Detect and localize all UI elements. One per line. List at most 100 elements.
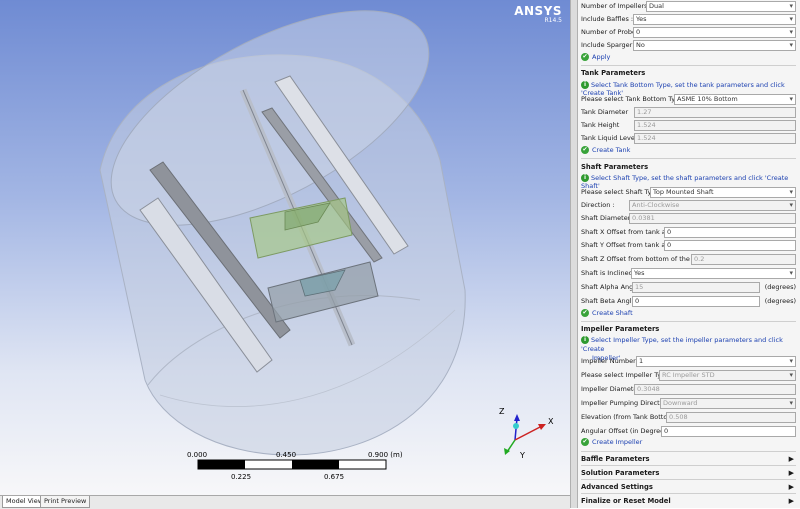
section-solution-parameters[interactable]: Solution Parameters ▶ (581, 465, 796, 480)
info-icon: i (581, 336, 589, 344)
brand-name: ANSYS (514, 4, 562, 18)
view-tabs: Model View Print Preview (0, 495, 570, 509)
tank-parameters-header: Tank Parameters (581, 69, 646, 77)
axis-triad (504, 414, 546, 455)
impeller-parameters-header: Impeller Parameters (581, 325, 660, 333)
label-include-baffles: Include Baffles : (581, 15, 634, 23)
label-shaft-type: Please select Shaft Type (581, 188, 660, 196)
label-tank-height: Tank Height (581, 121, 620, 129)
tank-liquid-level-input[interactable]: 1.524 (634, 133, 796, 144)
tank-height-input[interactable]: 1.524 (634, 120, 796, 131)
shaft-y-offset-input[interactable]: 0 (664, 240, 796, 251)
label-shaft-diameter: Shaft Diameter (581, 214, 631, 222)
chevron-right-icon: ▶ (788, 483, 794, 491)
label-shaft-beta: Shaft Beta Angle (581, 297, 636, 305)
impeller-pumping-select[interactable]: Downward (660, 398, 796, 409)
create-tank-button[interactable]: ✔ Create Tank (581, 146, 630, 154)
apply-button[interactable]: ✔ Apply (581, 53, 610, 61)
impeller-info-line1: Select Impeller Type, set the impeller p… (581, 336, 783, 353)
label-tank-bottom-type: Please select Tank Bottom Type (581, 95, 684, 103)
divider (581, 65, 796, 66)
tank-diameter-input[interactable]: 1.27 (634, 107, 796, 118)
impeller-angular-input[interactable]: 0 (661, 426, 796, 437)
label-shaft-direction: Direction : (581, 201, 615, 209)
scale-bar (197, 459, 387, 470)
create-tank-label: Create Tank (592, 146, 631, 154)
create-impeller-button[interactable]: ✔ Create Impeller (581, 438, 642, 446)
num-probes-select[interactable]: 0 (633, 27, 796, 38)
shaft-alpha-input[interactable]: 15 (632, 282, 760, 293)
section-label: Advanced Settings (581, 483, 653, 491)
impeller-diameter-input[interactable]: 0.3048 (634, 384, 796, 395)
shaft-z-offset-input[interactable]: 0.2 (691, 254, 796, 265)
label-include-sparger: Include Sparger : (581, 41, 637, 49)
chevron-right-icon: ▶ (788, 455, 794, 463)
label-shaft-y-offset: Shaft Y Offset from tank axis (581, 241, 675, 249)
section-label: Solution Parameters (581, 469, 660, 477)
create-impeller-label: Create Impeller (592, 438, 643, 446)
impeller-elevation-input[interactable]: 0.508 (666, 412, 796, 423)
tab-print-preview[interactable]: Print Preview (40, 496, 91, 508)
axis-label-z: Z (499, 407, 505, 416)
info-icon: i (581, 174, 589, 182)
divider (581, 321, 796, 322)
section-baffle-parameters[interactable]: Baffle Parameters ▶ (581, 451, 796, 466)
scale-tick-1: 0.450 (276, 451, 297, 459)
check-icon: ✔ (581, 146, 589, 154)
label-impeller-diameter: Impeller Diameter (581, 385, 641, 393)
label-impeller-elevation: Elevation (from Tank Bottom) (581, 413, 677, 421)
scale-tick-0: 0.000 (187, 451, 208, 459)
axis-label-x: X (548, 417, 554, 426)
label-shaft-inclined: Shaft is Inclined (581, 269, 633, 277)
shaft-direction-select[interactable]: Anti-Clockwise (629, 200, 796, 211)
tank-bottom-type-select[interactable]: ASME 10% Bottom (674, 94, 796, 105)
label-impeller-angular: Angular Offset (in Degrees) (581, 427, 671, 435)
shaft-parameters-header: Shaft Parameters (581, 163, 649, 171)
info-icon: i (581, 81, 589, 89)
section-finalize-reset[interactable]: Finalize or Reset Model ▶ (581, 493, 796, 508)
beta-unit: (degrees) (764, 297, 796, 305)
num-impellers-select[interactable]: Dual (646, 1, 796, 12)
shaft-inclined-select[interactable]: Yes (631, 268, 796, 279)
shaft-type-select[interactable]: Top Mounted Shaft (650, 187, 796, 198)
shaft-diameter-input[interactable]: 0.0381 (629, 213, 796, 224)
label-shaft-z-offset: Shaft Z Offset from bottom of the tank (581, 255, 707, 263)
shaft-beta-input[interactable]: 0 (632, 296, 760, 307)
impeller-type-select[interactable]: RC Impeller STD (659, 370, 796, 381)
alpha-unit: (degrees) (764, 283, 796, 291)
scale-tick-3: 0.225 (231, 473, 252, 481)
brand-version: R14.5 (544, 17, 562, 24)
chevron-right-icon: ▶ (788, 469, 794, 477)
section-label: Baffle Parameters (581, 455, 650, 463)
chevron-right-icon: ▶ (788, 497, 794, 505)
shaft-x-offset-input[interactable]: 0 (664, 227, 796, 238)
label-impeller-pumping: Impeller Pumping Direction (581, 399, 670, 407)
check-icon: ✔ (581, 438, 589, 446)
model-viewport[interactable]: Z X Y ANSYS R14.5 0.000 0.450 0.900 (m) … (0, 0, 570, 495)
check-icon: ✔ (581, 53, 589, 61)
include-sparger-select[interactable]: No (633, 40, 796, 51)
tank-3d-model[interactable]: Z X Y (0, 0, 570, 495)
label-tank-diameter: Tank Diameter (581, 108, 629, 116)
section-advanced-settings[interactable]: Advanced Settings ▶ (581, 479, 796, 494)
label-shaft-alpha: Shaft Alpha Angle (581, 283, 640, 291)
apply-label: Apply (592, 53, 611, 61)
axis-label-y: Y (519, 451, 525, 460)
label-num-impellers: Number of Impellers : (581, 2, 652, 10)
brand-logo: ANSYS R14.5 (514, 4, 562, 24)
scale-tick-2: 0.900 (m) (368, 451, 403, 459)
create-shaft-label: Create Shaft (592, 309, 633, 317)
include-baffles-select[interactable]: Yes (633, 14, 796, 25)
create-shaft-button[interactable]: ✔ Create Shaft (581, 309, 633, 317)
divider (581, 158, 796, 159)
label-shaft-x-offset: Shaft X Offset from tank axis (581, 228, 675, 236)
label-impeller-type: Please select Impeller Type (581, 371, 670, 379)
section-label: Finalize or Reset Model (581, 497, 671, 505)
scale-tick-4: 0.675 (324, 473, 345, 481)
check-icon: ✔ (581, 309, 589, 317)
panel-splitter[interactable] (570, 0, 578, 508)
parameters-panel: Number of Impellers : Dual Include Baffl… (578, 0, 800, 508)
impeller-number-select[interactable]: 1 (636, 356, 796, 367)
label-tank-liquid-level: Tank Liquid Level (581, 134, 637, 142)
label-impeller-number: Impeller Number : (581, 357, 641, 365)
